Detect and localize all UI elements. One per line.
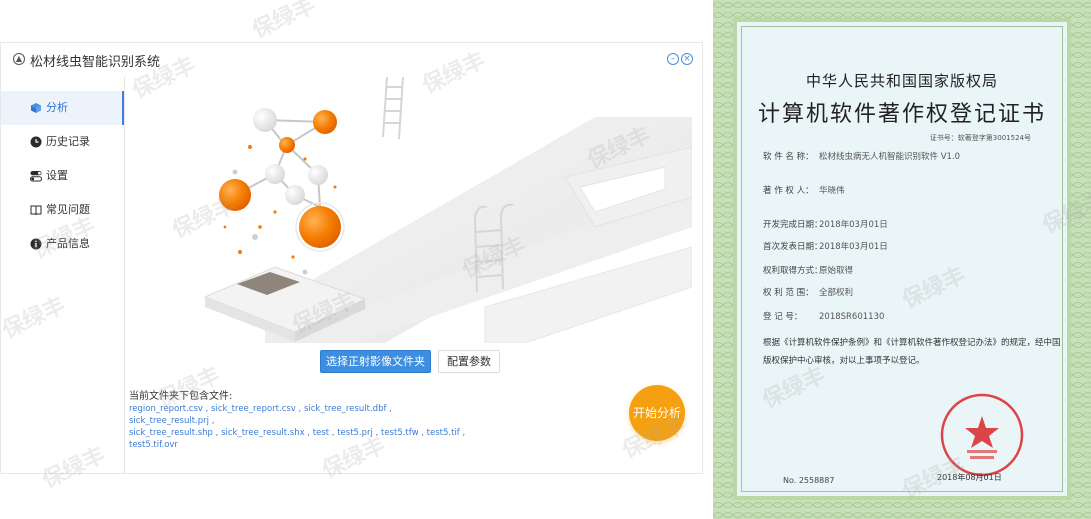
file-list: region_report.csv , sick_tree_report.csv… [129,404,466,450]
analysis-illustration [125,77,692,343]
toggle-icon [30,171,42,182]
row-key: 首次发表日期： [763,242,823,252]
certificate-row: 开发完成日期：2018年03月01日 [763,218,888,230]
sidebar-item-label: 设置 [46,169,68,182]
sidebar-item-label: 分析 [46,101,68,114]
row-key: 登 记 号： [763,312,803,322]
title-bar: ▲ 松材线虫智能识别系统 – × [1,43,702,77]
book-icon [30,205,42,216]
file-item[interactable]: sick_tree_result.shx [221,428,305,438]
file-item[interactable]: region_report.csv [129,404,203,414]
watermark: 保绿丰 [248,0,320,44]
official-seal [940,393,1024,477]
sidebar-item-history[interactable]: 历史记录 [1,125,124,159]
row-value: 2018年03月01日 [819,220,888,230]
file-item[interactable]: test5.tif [427,428,460,438]
certificate-row: 软 件 名 称： 松材线虫病无人机智能识别软件 V1.0 [763,150,960,162]
row-key: 开发完成日期： [763,220,823,230]
certificate-row: 著 作 权 人： 华晓伟 [763,184,845,196]
row-value: 华晓伟 [819,186,845,196]
certificate-row: 首次发表日期：2018年03月01日 [763,240,888,252]
row-value: 2018年03月01日 [819,242,888,252]
sidebar-item-label: 常见问题 [46,203,90,216]
certificate-row: 权利取得方式：原始取得 [763,264,853,276]
certificate-title: 计算机软件著作权登记证书 [757,102,1046,127]
files-label: 当前文件夹下包含文件: [129,391,233,402]
sidebar-item-analysis[interactable]: 分析 [1,91,124,125]
row-value: 原始取得 [819,266,854,276]
sidebar-item-settings[interactable]: 设置 [1,159,124,193]
start-analysis-button[interactable]: 开始分析 [629,385,685,441]
row-key: 著 作 权 人： [763,186,814,196]
sidebar-item-label: 产品信息 [46,237,90,250]
close-icon[interactable]: × [681,53,693,65]
certificate-body: 中华人民共和国国家版权局 计算机软件著作权登记证书 证书号：软著登字第30015… [733,18,1071,500]
sidebar-item-faq[interactable]: 常见问题 [1,193,124,227]
row-key: 软 件 名 称： [763,152,814,162]
file-item[interactable]: test [313,428,329,438]
minimize-icon[interactable]: – [667,53,679,65]
copyright-certificate: 中华人民共和国国家版权局 计算机软件著作权登记证书 证书号：软著登字第30015… [713,0,1091,519]
app-logo-icon: ▲ [13,53,25,65]
sidebar-item-label: 历史记录 [46,135,90,148]
certificate-serial: No. 2558887 [783,476,835,485]
file-item[interactable]: test5.tif.ovr [129,440,178,450]
file-item[interactable]: sick_tree_result.dbf [304,404,387,414]
select-folder-button[interactable]: 选择正射影像文件夹 [320,350,431,373]
sidebar-item-product-info[interactable]: 产品信息 [1,227,124,261]
certificate-statement: 根据《计算机软件保护条例》和《计算机软件著作权登记办法》的规定，经中国版权保护中… [763,338,1061,366]
file-item[interactable]: test5.tfw [381,428,419,438]
file-item[interactable]: sick_tree_report.csv [211,404,296,414]
app-window: ▲ 松材线虫智能识别系统 – × 分析 历史记录 设置 常见问题 产品信息 选择… [0,42,703,474]
row-key: 权利取得方式： [763,266,823,276]
certificate-number: 证书号：软著登字第3001524号 [929,134,1031,142]
row-value: 2018SR601130 [819,312,885,322]
certificate-issuer: 中华人民共和国国家版权局 [805,72,998,90]
clock-icon [30,136,42,148]
certificate-date: 2018年08月01日 [937,473,1002,482]
row-key: 权 利 范 围： [763,288,814,298]
row-value: 松材线虫病无人机智能识别软件 V1.0 [819,152,961,162]
info-icon [30,238,42,250]
certificate-row: 权 利 范 围： 全部权利 [763,286,853,298]
cube-icon [31,103,41,113]
row-value: 全部权利 [819,288,854,298]
file-item[interactable]: sick_tree_result.shp [129,428,213,438]
config-params-button[interactable]: 配置参数 [438,350,500,373]
main-panel: 选择正射影像文件夹 配置参数 当前文件夹下包含文件: region_report… [125,77,702,473]
app-title: 松材线虫智能识别系统 [30,55,161,70]
sidebar: 分析 历史记录 设置 常见问题 产品信息 [1,77,125,473]
file-item[interactable]: sick_tree_result.prj [129,416,209,426]
file-item[interactable]: test5.prj [337,428,373,438]
certificate-row: 登 记 号： 2018SR601130 [763,310,884,322]
